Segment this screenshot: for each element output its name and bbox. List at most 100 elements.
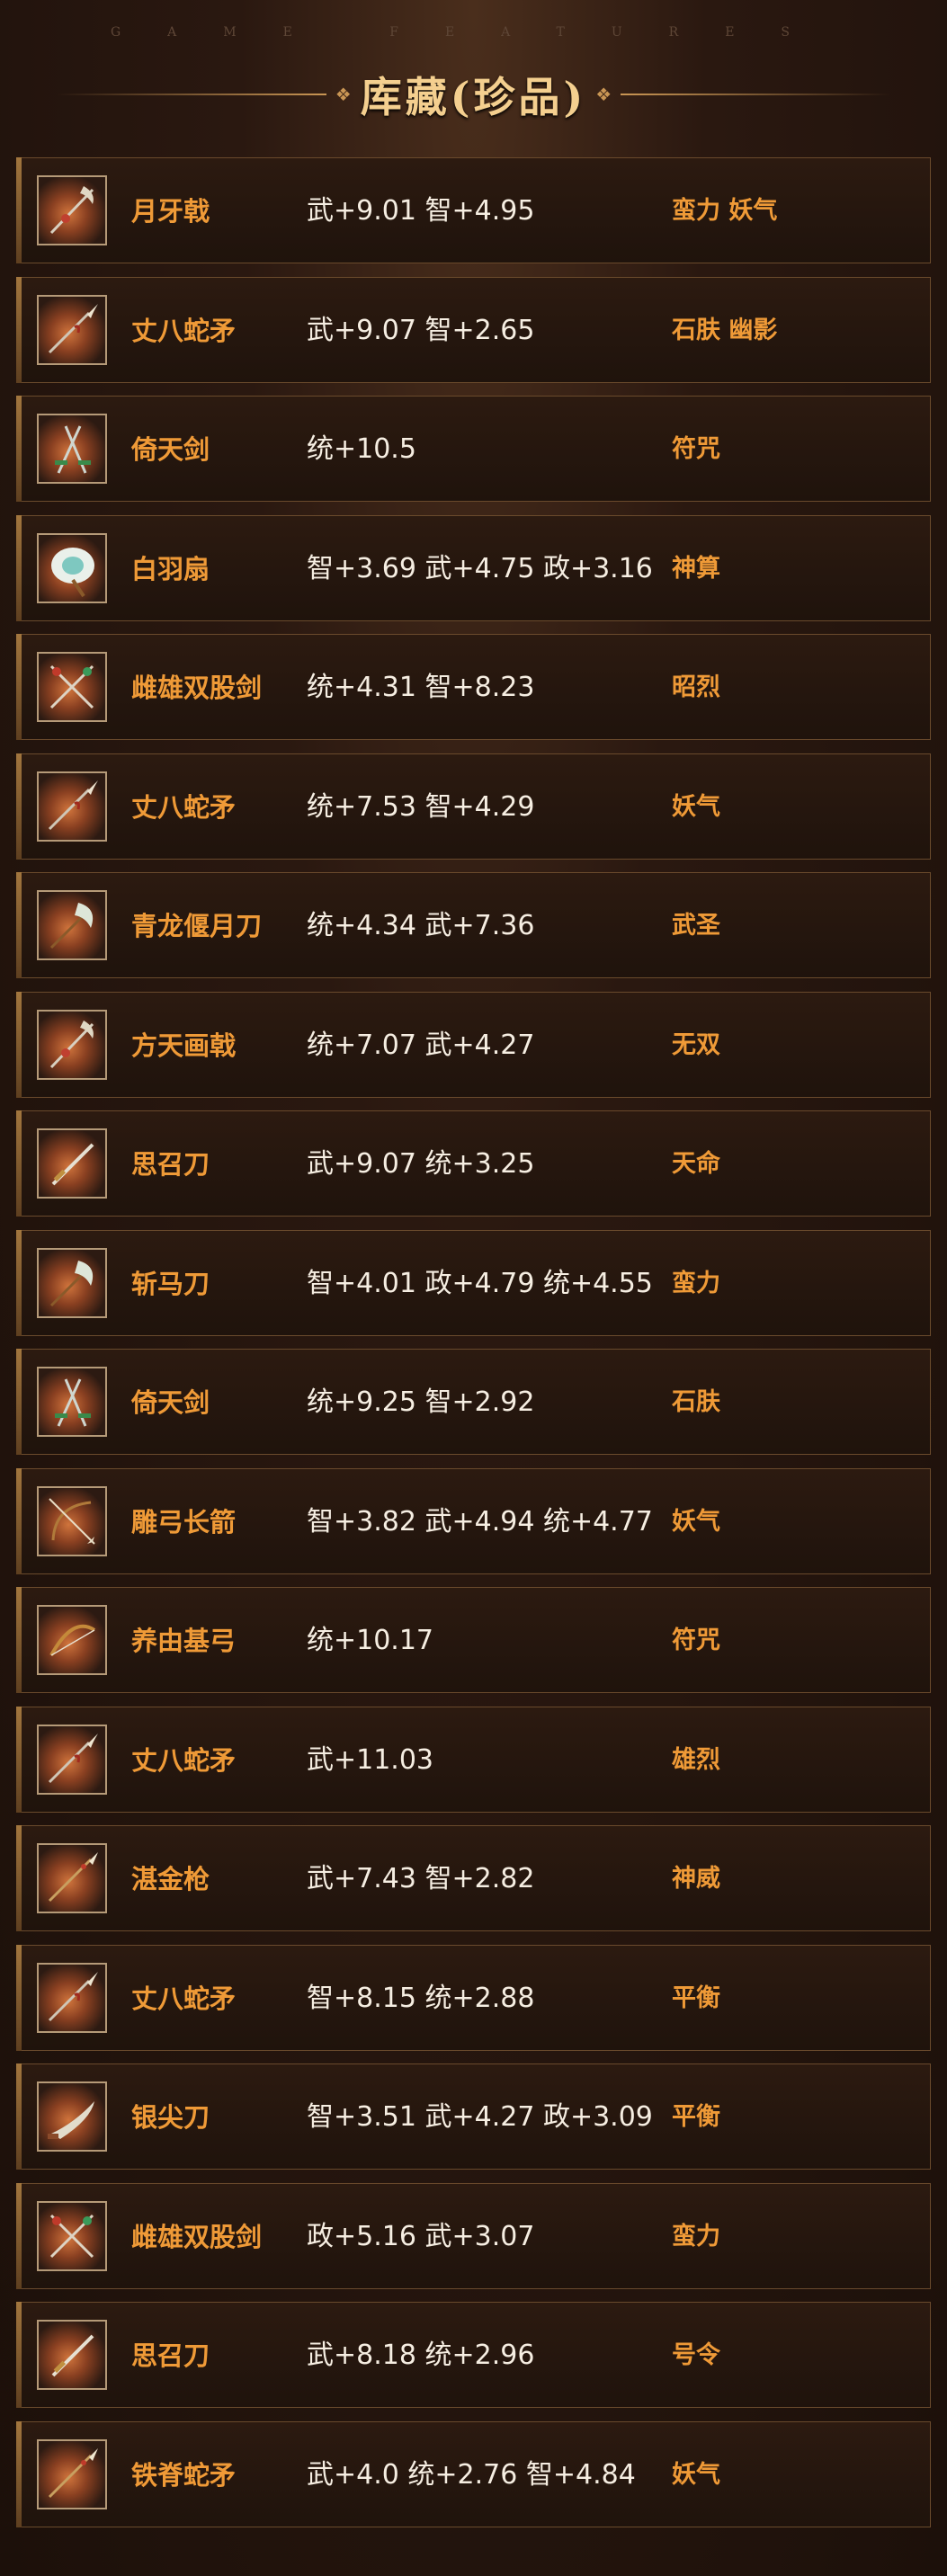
item-skills: 符咒: [672, 435, 720, 463]
item-skills: 天命: [672, 1150, 720, 1178]
list-item[interactable]: 养由基弓 统+10.17 符咒: [16, 1587, 931, 1693]
item-skills: 神威: [672, 1865, 720, 1893]
header-ghost-text: GAME FEATURES: [110, 25, 837, 40]
item-name: 丈八蛇矛: [131, 315, 237, 346]
item-skills: 蛮力: [672, 2222, 720, 2251]
sword-icon: [37, 2320, 107, 2390]
item-stats: 武+4.0 统+2.76 智+4.84: [307, 2458, 636, 2491]
list-item[interactable]: 月牙戟 武+9.01 智+4.95 蛮力 妖气: [16, 157, 931, 263]
list-item[interactable]: 雕弓长箭 智+3.82 武+4.94 统+4.77 妖气: [16, 1467, 931, 1574]
item-stats: 武+9.07 智+2.65: [307, 314, 535, 346]
item-name: 丈八蛇矛: [131, 1744, 237, 1776]
item-stats: 统+10.5: [307, 433, 416, 465]
item-skills: 昭烈: [672, 673, 720, 701]
blade-icon: [37, 2081, 107, 2152]
item-skills: 雄烈: [672, 1745, 720, 1774]
item-name: 养由基弓: [131, 1626, 237, 1656]
item-stats: 智+3.69 武+4.75 政+3.16: [307, 552, 653, 584]
list-item[interactable]: 方天画戟 统+7.07 武+4.27 无双: [16, 991, 931, 1098]
glaive-icon: [37, 890, 107, 960]
item-name: 雌雄双股剑: [131, 2221, 263, 2252]
sword-icon: [37, 1128, 107, 1199]
item-skills: 蛮力: [672, 1269, 720, 1297]
item-stats: 统+4.34 武+7.36: [307, 910, 535, 941]
list-item[interactable]: 银尖刀 智+3.51 武+4.27 政+3.09 平衡: [16, 2063, 931, 2170]
header: GAME FEATURES ❖ 库藏(珍品) ❖: [0, 0, 947, 148]
page-title: 库藏(珍品): [360, 73, 587, 121]
list-item[interactable]: 倚天剑 统+10.5 符咒: [16, 396, 931, 502]
item-name: 银尖刀: [131, 2102, 210, 2133]
item-skills: 妖气: [672, 2460, 720, 2489]
list-item[interactable]: 斩马刀 智+4.01 政+4.79 统+4.55 蛮力: [16, 1229, 931, 1336]
list-item[interactable]: 湛金枪 武+7.43 智+2.82 神威: [16, 1825, 931, 1931]
item-skills: 石肤: [672, 1388, 720, 1416]
item-name: 丈八蛇矛: [131, 1983, 237, 2014]
item-name: 雌雄双股剑: [131, 673, 263, 703]
item-stats: 智+3.82 武+4.94 统+4.77: [307, 1505, 653, 1538]
bow-arrow-icon: [37, 1485, 107, 1556]
item-stats: 武+9.01 智+4.95: [307, 195, 535, 227]
item-skills: 无双: [672, 1030, 720, 1059]
title-banner: ❖ 库藏(珍品) ❖: [0, 63, 947, 126]
list-item[interactable]: 白羽扇 智+3.69 武+4.75 政+3.16 神算: [16, 514, 931, 621]
item-stats: 智+8.15 统+2.88: [307, 1982, 535, 2014]
item-stats: 统+7.07 武+4.27: [307, 1029, 535, 1061]
list-item[interactable]: 丈八蛇矛 统+7.53 智+4.29 妖气: [16, 753, 931, 860]
item-stats: 统+9.25 智+2.92: [307, 1386, 535, 1418]
item-stats: 统+4.31 智+8.23: [307, 672, 535, 703]
title-rule-left: [56, 94, 326, 95]
item-stats: 智+3.51 武+4.27 政+3.09: [307, 2101, 653, 2133]
twin-sword-icon: [37, 414, 107, 484]
item-skills: 石肤 幽影: [672, 316, 778, 344]
item-skills: 神算: [672, 554, 720, 583]
list-item[interactable]: 丈八蛇矛 武+11.03 雄烈: [16, 1706, 931, 1813]
item-name: 青龙偃月刀: [131, 911, 263, 941]
item-name: 雕弓长箭: [131, 1506, 237, 1538]
item-name: 思召刀: [131, 2340, 210, 2371]
bow-icon: [37, 1605, 107, 1675]
item-skills: 蛮力 妖气: [672, 197, 778, 225]
twin-sword-icon: [37, 1367, 107, 1437]
serpent-spear-icon: [37, 771, 107, 842]
item-stats: 智+4.01 政+4.79 统+4.55: [307, 1267, 653, 1299]
spear-icon: [37, 2438, 107, 2509]
item-stats: 统+10.17: [307, 1625, 434, 1656]
list-item[interactable]: 青龙偃月刀 统+4.34 武+7.36 武圣: [16, 872, 931, 978]
item-stats: 武+9.07 统+3.25: [307, 1148, 535, 1180]
serpent-spear-icon: [37, 1724, 107, 1795]
item-name: 倚天剑: [131, 434, 210, 465]
item-name: 湛金枪: [131, 1864, 210, 1894]
item-skills: 妖气: [672, 792, 720, 821]
crossed-swords-icon: [37, 652, 107, 722]
item-skills: 平衡: [672, 2103, 720, 2131]
list-item[interactable]: 丈八蛇矛 武+9.07 智+2.65 石肤 幽影: [16, 276, 931, 383]
item-stats: 武+11.03: [307, 1743, 434, 1776]
list-item[interactable]: 雌雄双股剑 统+4.31 智+8.23 昭烈: [16, 634, 931, 740]
list-item[interactable]: 思召刀 武+8.18 统+2.96 号令: [16, 2302, 931, 2408]
ornament-right-icon: ❖: [595, 84, 612, 105]
serpent-spear-icon: [37, 294, 107, 365]
item-name: 丈八蛇矛: [131, 791, 237, 823]
list-item[interactable]: 雌雄双股剑 政+5.16 武+3.07 蛮力: [16, 2182, 931, 2289]
glaive-icon: [37, 1247, 107, 1318]
crossed-swords-icon: [37, 2200, 107, 2271]
halberd-icon: [37, 1009, 107, 1080]
item-name: 斩马刀: [131, 1268, 210, 1299]
list-item[interactable]: 铁脊蛇矛 武+4.0 统+2.76 智+4.84 妖气: [16, 2420, 931, 2527]
item-skills: 符咒: [672, 1627, 720, 1654]
serpent-spear-icon: [37, 1962, 107, 2033]
list-item[interactable]: 丈八蛇矛 智+8.15 统+2.88 平衡: [16, 1944, 931, 2051]
spear-icon: [37, 1843, 107, 1913]
item-stats: 武+7.43 智+2.82: [307, 1863, 535, 1894]
item-skills: 武圣: [672, 912, 720, 940]
item-name: 白羽扇: [131, 553, 210, 584]
item-stats: 统+7.53 智+4.29: [307, 790, 535, 823]
list-item[interactable]: 倚天剑 统+9.25 智+2.92 石肤: [16, 1349, 931, 1455]
ornament-left-icon: ❖: [335, 84, 352, 105]
title-rule-right: [621, 94, 891, 95]
item-name: 铁脊蛇矛: [131, 2459, 237, 2491]
list-item[interactable]: 思召刀 武+9.07 统+3.25 天命: [16, 1110, 931, 1217]
item-name: 方天画戟: [131, 1030, 237, 1061]
item-skills: 号令: [672, 2341, 720, 2369]
item-name: 月牙戟: [131, 196, 210, 227]
